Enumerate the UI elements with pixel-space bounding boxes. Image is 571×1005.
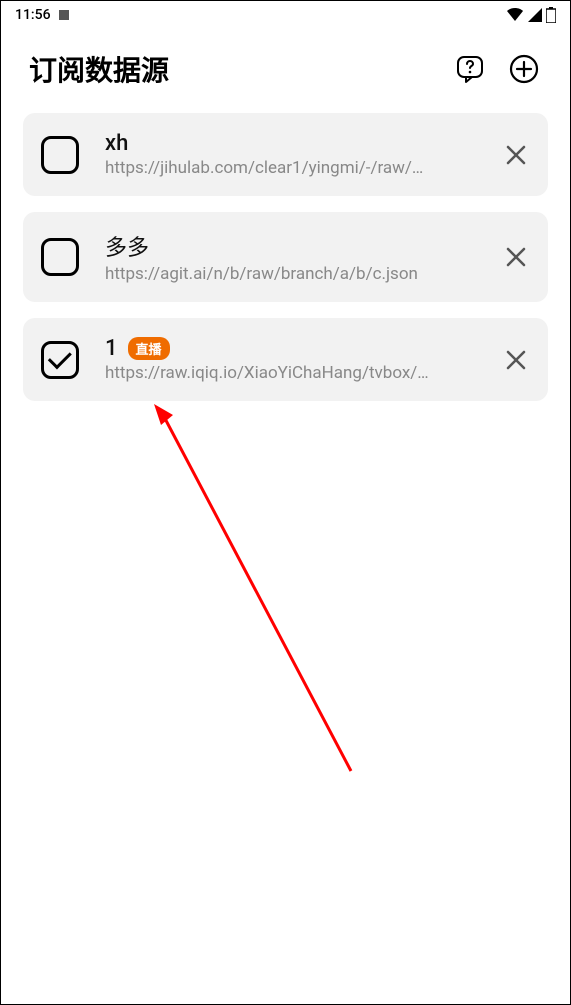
item-title: xh <box>105 131 128 156</box>
add-button[interactable] <box>506 51 542 87</box>
signal-icon <box>528 8 542 22</box>
live-badge: 直播 <box>128 337 170 360</box>
status-bar: 11:56 <box>1 1 570 29</box>
help-button[interactable] <box>452 51 488 87</box>
checkbox[interactable] <box>41 341 79 379</box>
item-content: 多多 https://agit.ai/n/b/raw/branch/a/b/c.… <box>105 230 490 284</box>
checkbox[interactable] <box>41 238 79 276</box>
item-title: 多多 <box>105 230 149 262</box>
page-header: 订阅数据源 <box>1 29 570 113</box>
item-url: https://jihulab.com/clear1/yingmi/-/raw/… <box>105 158 490 178</box>
status-time: 11:56 <box>15 7 51 23</box>
page-title: 订阅数据源 <box>29 49 169 89</box>
status-left: 11:56 <box>15 7 69 23</box>
plus-circle-icon <box>508 53 540 85</box>
close-icon <box>504 245 528 269</box>
list-item[interactable]: xh https://jihulab.com/clear1/yingmi/-/r… <box>23 113 548 196</box>
battery-icon <box>546 7 556 23</box>
item-title: 1 <box>105 336 118 361</box>
delete-button[interactable] <box>502 141 530 169</box>
checkbox[interactable] <box>41 136 79 174</box>
item-content: xh https://jihulab.com/clear1/yingmi/-/r… <box>105 131 490 178</box>
delete-button[interactable] <box>502 243 530 271</box>
data-source-list: xh https://jihulab.com/clear1/yingmi/-/r… <box>1 113 570 401</box>
annotation-arrow <box>151 401 401 781</box>
delete-button[interactable] <box>502 346 530 374</box>
list-item[interactable]: 多多 https://agit.ai/n/b/raw/branch/a/b/c.… <box>23 212 548 302</box>
item-content: 1 直播 https://raw.iqiq.io/XiaoYiChaHang/t… <box>105 336 490 383</box>
help-icon <box>454 53 486 85</box>
close-icon <box>504 348 528 372</box>
wifi-icon <box>506 8 524 22</box>
status-right <box>506 7 556 23</box>
list-item[interactable]: 1 直播 https://raw.iqiq.io/XiaoYiChaHang/t… <box>23 318 548 401</box>
item-url: https://raw.iqiq.io/XiaoYiChaHang/tvbox/… <box>105 363 490 383</box>
close-icon <box>504 143 528 167</box>
item-url: https://agit.ai/n/b/raw/branch/a/b/c.jso… <box>105 264 490 284</box>
notification-icon <box>59 10 69 20</box>
header-actions <box>452 51 542 87</box>
